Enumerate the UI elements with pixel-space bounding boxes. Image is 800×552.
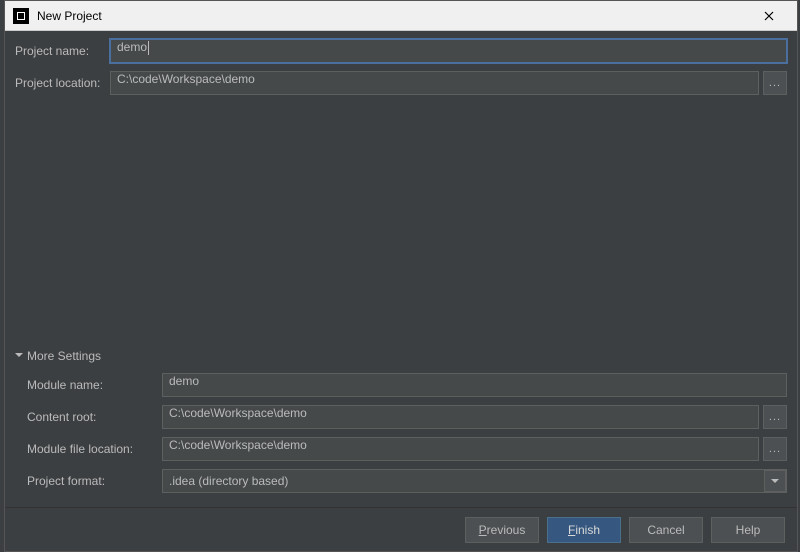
module-name-label: Module name: xyxy=(27,378,162,392)
previous-button[interactable]: Previous xyxy=(465,517,539,543)
module-file-location-input[interactable]: C:\code\Workspace\demo xyxy=(162,437,759,461)
module-file-location-label: Module file location: xyxy=(27,442,162,456)
module-name-value: demo xyxy=(169,374,199,388)
project-format-label: Project format: xyxy=(27,474,162,488)
dialog-content: Project name: demo Project location: C:\… xyxy=(5,31,797,507)
text-cursor xyxy=(148,41,149,55)
finish-button[interactable]: Finish xyxy=(547,517,621,543)
module-file-browse-button[interactable]: ... xyxy=(763,437,787,461)
titlebar: New Project xyxy=(5,1,797,31)
more-settings-section: Module name: demo Content root: C:\code\… xyxy=(15,373,787,507)
module-name-input[interactable]: demo xyxy=(162,373,787,397)
new-project-dialog: New Project Project name: demo Project l… xyxy=(4,0,798,552)
project-name-input[interactable]: demo xyxy=(110,39,787,63)
previous-button-label: Previous xyxy=(479,523,526,537)
project-format-value: .idea (directory based) xyxy=(169,474,288,488)
module-file-location-value: C:\code\Workspace\demo xyxy=(169,438,307,452)
more-settings-toggle[interactable]: More Settings xyxy=(15,349,787,363)
content-spacer xyxy=(15,103,787,349)
close-button[interactable] xyxy=(749,2,789,30)
content-root-value: C:\code\Workspace\demo xyxy=(169,406,307,420)
dialog-footer: Previous Finish Cancel Help xyxy=(5,507,797,551)
window-title: New Project xyxy=(37,9,749,23)
app-icon xyxy=(13,8,29,24)
help-button[interactable]: Help xyxy=(711,517,785,543)
content-root-input[interactable]: C:\code\Workspace\demo xyxy=(162,405,759,429)
help-button-label: Help xyxy=(736,523,761,537)
project-format-select[interactable]: .idea (directory based) xyxy=(162,469,787,493)
finish-button-label: Finish xyxy=(568,523,600,537)
cancel-button-label: Cancel xyxy=(647,523,684,537)
project-location-value: C:\code\Workspace\demo xyxy=(117,72,255,86)
more-settings-label: More Settings xyxy=(27,349,101,363)
project-location-browse-button[interactable]: ... xyxy=(763,71,787,95)
ellipsis-icon: ... xyxy=(769,443,781,455)
project-location-input[interactable]: C:\code\Workspace\demo xyxy=(110,71,759,95)
project-location-label: Project location: xyxy=(15,76,110,90)
content-root-label: Content root: xyxy=(27,410,162,424)
cancel-button[interactable]: Cancel xyxy=(629,517,703,543)
project-name-label: Project name: xyxy=(15,44,110,58)
chevron-down-icon xyxy=(15,351,23,362)
ellipsis-icon: ... xyxy=(769,77,781,89)
ellipsis-icon: ... xyxy=(769,411,781,423)
dropdown-arrow-icon xyxy=(764,470,786,492)
content-root-browse-button[interactable]: ... xyxy=(763,405,787,429)
project-name-value: demo xyxy=(117,40,147,54)
